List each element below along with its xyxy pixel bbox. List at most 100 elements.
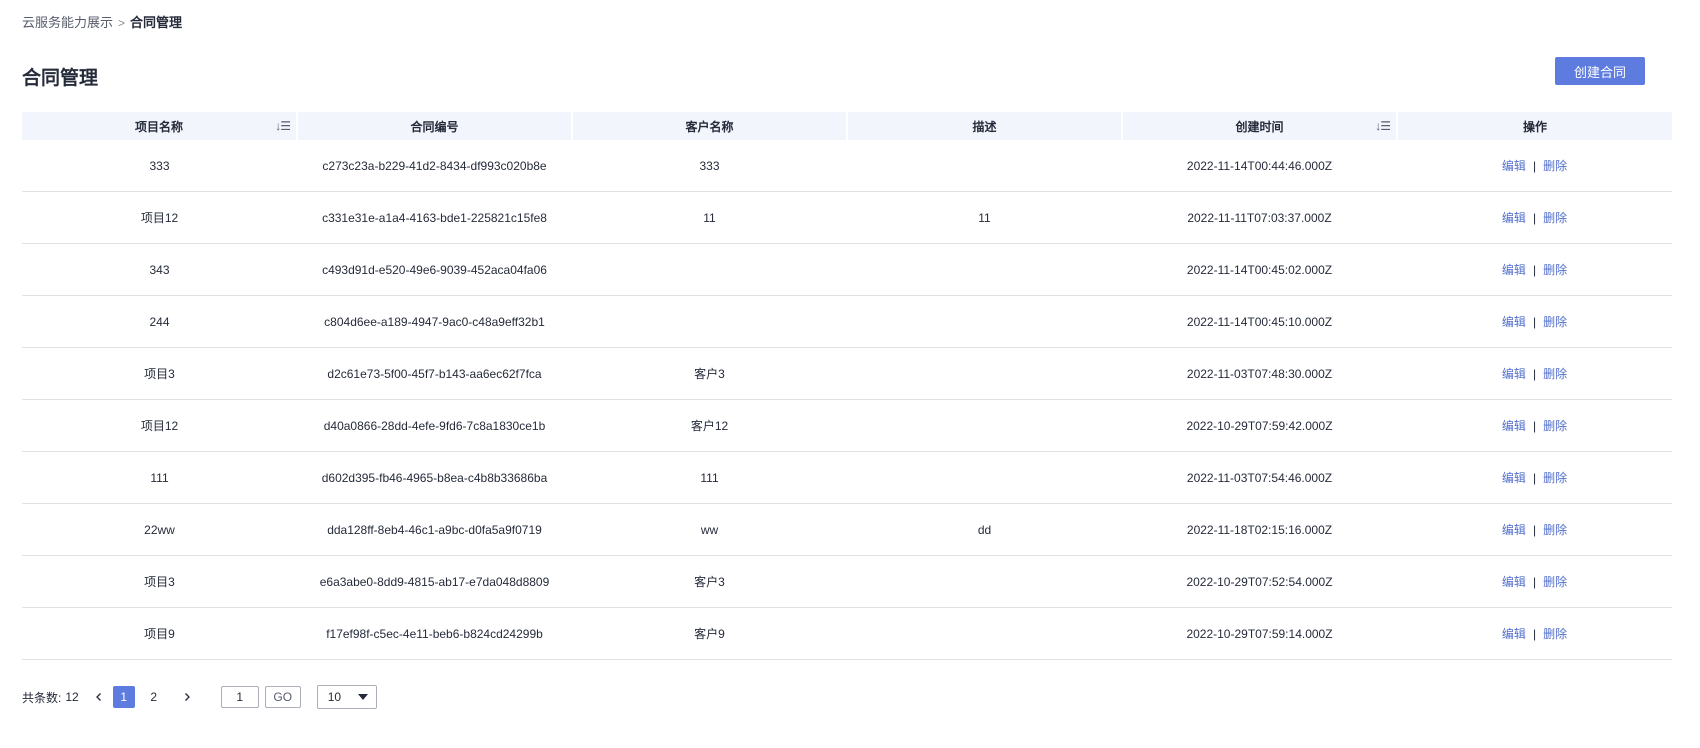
cell-created-at: 2022-11-14T00:45:02.000Z — [1122, 243, 1397, 296]
action-divider: | — [1532, 211, 1537, 225]
cell-created-at: 2022-10-29T07:59:42.000Z — [1122, 399, 1397, 452]
table-body: 333 c273c23a-b229-41d2-8434-df993c020b8e… — [22, 140, 1672, 660]
page-item-2[interactable]: 2 — [143, 686, 165, 708]
table-header: 项目名称 ↓☰ 合同编号 客户名称 描述 创建时间 ↓☰ 操作 — [22, 112, 1672, 140]
table-row: 22ww dda128ff-8eb4-46c1-a9bc-d0fa5a9f071… — [22, 503, 1672, 556]
cell-project-name: 333 — [22, 140, 297, 192]
cell-actions: 编辑 | 删除 — [1397, 347, 1672, 400]
cell-contract-id: c804d6ee-a189-4947-9ac0-c48a9eff32b1 — [297, 295, 572, 348]
breadcrumb-separator-icon: > — [118, 16, 126, 30]
action-divider: | — [1532, 523, 1537, 537]
cell-actions: 编辑 | 删除 — [1397, 555, 1672, 608]
go-button[interactable]: GO — [264, 686, 301, 708]
cell-description — [847, 451, 1122, 504]
action-divider: | — [1532, 159, 1537, 173]
create-contract-button[interactable]: 创建合同 — [1555, 57, 1645, 85]
edit-link[interactable]: 编辑 — [1502, 367, 1526, 381]
page-title: 合同管理 — [22, 68, 99, 89]
cell-customer-name: 客户12 — [572, 399, 847, 452]
column-header-label: 客户名称 — [685, 119, 734, 134]
cell-actions: 编辑 | 删除 — [1397, 399, 1672, 452]
contracts-table-wrapper: 项目名称 ↓☰ 合同编号 客户名称 描述 创建时间 ↓☰ 操作 333 c273… — [22, 112, 1672, 660]
cell-actions: 编辑 | 删除 — [1397, 503, 1672, 556]
pagination: 共条数: 12 1 2 GO 10 — [22, 685, 377, 709]
table-row: 333 c273c23a-b229-41d2-8434-df993c020b8e… — [22, 140, 1672, 192]
sort-icon[interactable]: ↓☰ — [1375, 118, 1391, 134]
page-size-value: 10 — [327, 690, 342, 704]
sort-icon[interactable]: ↓☰ — [275, 118, 291, 134]
table-row: 项目9 f17ef98f-c5ec-4e11-beb6-b824cd24299b… — [22, 607, 1672, 660]
edit-link[interactable]: 编辑 — [1502, 419, 1526, 433]
cell-description — [847, 347, 1122, 400]
cell-description — [847, 555, 1122, 608]
edit-link[interactable]: 编辑 — [1502, 575, 1526, 589]
breadcrumb-current: 合同管理 — [130, 15, 183, 30]
edit-link[interactable]: 编辑 — [1502, 159, 1526, 173]
table-row: 项目12 d40a0866-28dd-4efe-9fd6-7c8a1830ce1… — [22, 399, 1672, 452]
cell-description — [847, 243, 1122, 296]
column-header-contract-id: 合同编号 — [297, 112, 573, 140]
content-card: 云服务能力展示 > 合同管理 合同管理 创建合同 项目名称 ↓☰ 合同编号 客户… — [0, 0, 1700, 748]
delete-link[interactable]: 删除 — [1543, 523, 1567, 537]
column-header-project-name: 项目名称 ↓☰ — [22, 112, 298, 140]
table-row: 343 c493d91d-e520-49e6-9039-452aca04fa06… — [22, 243, 1672, 296]
delete-link[interactable]: 删除 — [1543, 367, 1567, 381]
cell-project-name: 项目12 — [22, 191, 297, 244]
cell-created-at: 2022-11-11T07:03:37.000Z — [1122, 191, 1397, 244]
cell-customer-name: 11 — [572, 191, 847, 244]
caret-down-icon — [357, 694, 368, 700]
edit-link[interactable]: 编辑 — [1502, 315, 1526, 329]
cell-contract-id: e6a3abe0-8dd9-4815-ab17-e7da048d8809 — [297, 555, 572, 608]
delete-link[interactable]: 删除 — [1543, 471, 1567, 485]
cell-contract-id: f17ef98f-c5ec-4e11-beb6-b824cd24299b — [297, 607, 572, 660]
cell-description: dd — [847, 503, 1122, 556]
column-header-description: 描述 — [847, 112, 1123, 140]
total-count-label: 共条数: — [22, 690, 62, 705]
cell-customer-name: 客户3 — [572, 555, 847, 608]
delete-link[interactable]: 删除 — [1543, 211, 1567, 225]
column-header-label: 创建时间 — [1235, 119, 1284, 134]
delete-link[interactable]: 删除 — [1543, 263, 1567, 277]
action-divider: | — [1532, 419, 1537, 433]
chevron-right-icon[interactable] — [177, 685, 197, 709]
cell-customer-name: 客户9 — [572, 607, 847, 660]
delete-link[interactable]: 删除 — [1543, 627, 1567, 641]
cell-customer-name — [572, 243, 847, 296]
table-row: 项目3 d2c61e73-5f00-45f7-b143-aa6ec62f7fca… — [22, 347, 1672, 400]
action-divider: | — [1532, 367, 1537, 381]
cell-actions: 编辑 | 删除 — [1397, 295, 1672, 348]
page-size-select[interactable]: 10 — [316, 685, 377, 709]
action-divider: | — [1532, 471, 1537, 485]
edit-link[interactable]: 编辑 — [1502, 627, 1526, 641]
cell-description: 11 — [847, 191, 1122, 244]
action-divider: | — [1532, 263, 1537, 277]
edit-link[interactable]: 编辑 — [1502, 471, 1526, 485]
cell-contract-id: c493d91d-e520-49e6-9039-452aca04fa06 — [297, 243, 572, 296]
edit-link[interactable]: 编辑 — [1502, 523, 1526, 537]
cell-contract-id: d602d395-fb46-4965-b8ea-c4b8b33686ba — [297, 451, 572, 504]
delete-link[interactable]: 删除 — [1543, 575, 1567, 589]
edit-link[interactable]: 编辑 — [1502, 211, 1526, 225]
cell-actions: 编辑 | 删除 — [1397, 607, 1672, 660]
breadcrumb-parent[interactable]: 云服务能力展示 — [22, 14, 113, 32]
page-item-1[interactable]: 1 — [112, 686, 135, 708]
delete-link[interactable]: 删除 — [1543, 419, 1567, 433]
delete-link[interactable]: 删除 — [1543, 315, 1567, 329]
cell-description — [847, 140, 1122, 192]
cell-contract-id: c331e31e-a1a4-4163-bde1-225821c15fe8 — [297, 191, 572, 244]
table-header-row: 项目名称 ↓☰ 合同编号 客户名称 描述 创建时间 ↓☰ 操作 — [22, 112, 1672, 140]
cell-customer-name: 客户3 — [572, 347, 847, 400]
cell-description — [847, 607, 1122, 660]
cell-customer-name: 111 — [572, 451, 847, 504]
table-row: 111 d602d395-fb46-4965-b8ea-c4b8b33686ba… — [22, 451, 1672, 504]
delete-link[interactable]: 删除 — [1543, 159, 1567, 173]
page-jump-input[interactable] — [220, 686, 259, 708]
chevron-left-icon[interactable] — [89, 685, 109, 709]
cell-actions: 编辑 | 删除 — [1397, 140, 1672, 192]
table-row: 项目3 e6a3abe0-8dd9-4815-ab17-e7da048d8809… — [22, 555, 1672, 608]
cell-contract-id: d2c61e73-5f00-45f7-b143-aa6ec62f7fca — [297, 347, 572, 400]
cell-project-name: 项目3 — [22, 555, 297, 608]
column-header-customer-name: 客户名称 — [572, 112, 848, 140]
cell-project-name: 项目12 — [22, 399, 297, 452]
edit-link[interactable]: 编辑 — [1502, 263, 1526, 277]
